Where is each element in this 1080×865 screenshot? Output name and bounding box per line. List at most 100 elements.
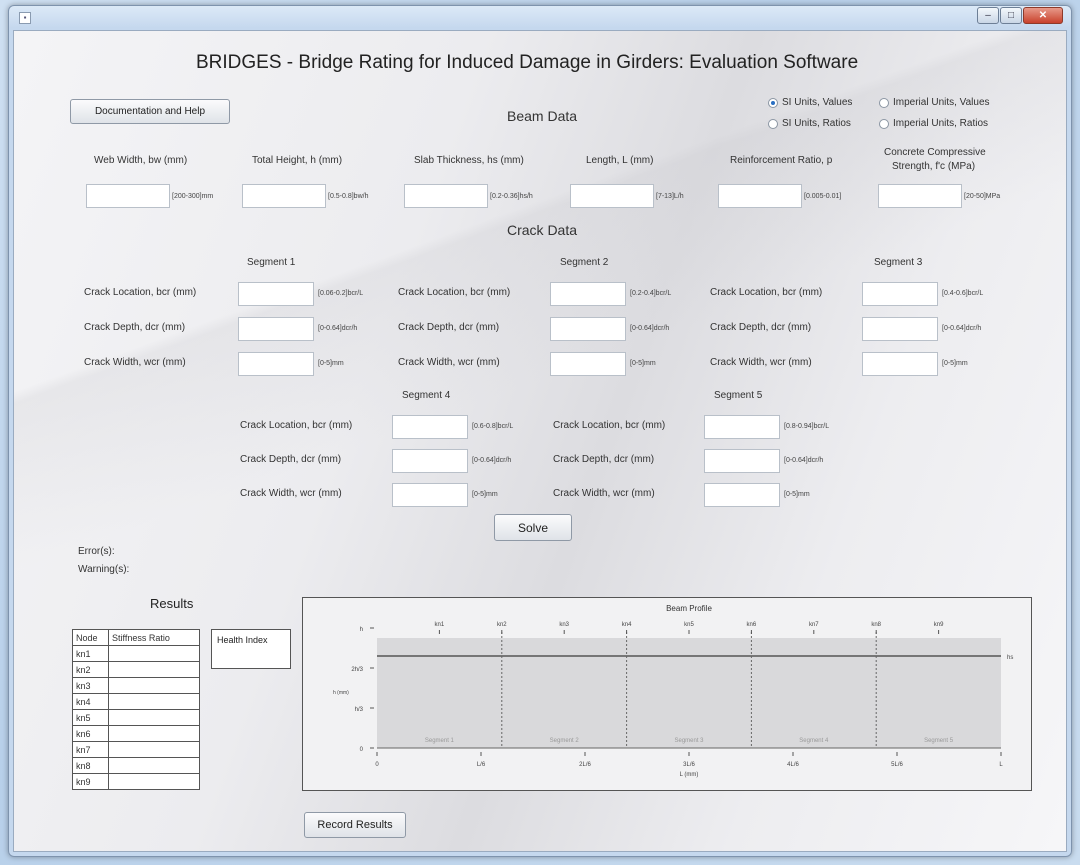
maximize-button[interactable]: □ (1000, 7, 1022, 24)
segment-5-hint: [0-0.64]dcr/h (784, 457, 824, 464)
radio-label: SI Units, Ratios (782, 118, 851, 129)
segment-3-hint: [0.4-0.6]bcr/L (942, 290, 984, 297)
y-tick-label: h/3 (355, 707, 364, 713)
segment-2-row-label: Crack Location, bcr (mm) (398, 287, 511, 298)
slab-thickness-label: Slab Thickness, hs (mm) (414, 155, 524, 166)
documentation-help-button[interactable]: Documentation and Help (70, 99, 230, 124)
radio-imperial-values[interactable]: Imperial Units, Values (879, 97, 990, 108)
segment-2-input[interactable] (550, 317, 626, 341)
length-input[interactable] (570, 184, 654, 208)
radio-si-ratios[interactable]: SI Units, Ratios (768, 118, 851, 129)
x-tick-label: L (999, 762, 1003, 768)
close-button[interactable]: ✕ (1023, 7, 1063, 24)
node-label: kn1 (435, 622, 445, 628)
window-controls: – □ ✕ (976, 7, 1063, 24)
segment-2-header: Segment 2 (560, 257, 609, 268)
concrete-strength-hint: [20-50]MPa (964, 193, 1001, 200)
segment-2-hint: [0.2-0.4]bcr/L (630, 290, 672, 297)
radio-dot-icon (768, 97, 778, 108)
stiffness-ratio-cell (108, 677, 200, 694)
segment-label: Segment 1 (425, 738, 455, 744)
radio-imperial-ratios[interactable]: Imperial Units, Ratios (879, 118, 988, 129)
segment-1-input[interactable] (238, 317, 314, 341)
app-window-icon: ▪ (19, 12, 31, 24)
y-tick-label: 0 (360, 747, 364, 753)
segment-3-row-label: Crack Width, wcr (mm) (710, 357, 812, 368)
minimize-button[interactable]: – (977, 7, 999, 24)
radio-dot-icon (879, 118, 889, 129)
segment-3-hint: [0-0.64]dcr/h (942, 325, 982, 332)
x-tick-label: 3L/6 (683, 762, 695, 768)
chart-title: Beam Profile (666, 604, 712, 613)
node-label: kn4 (622, 622, 632, 628)
health-index-box: Health Index (211, 629, 291, 669)
segment-3-row-label: Crack Location, bcr (mm) (710, 287, 823, 298)
segment-label: Segment 2 (550, 738, 580, 744)
results-row: kn8 (72, 757, 200, 774)
total-height-input[interactable] (242, 184, 326, 208)
segment-label: Segment 4 (799, 738, 829, 744)
segment-3-hint: [0-5]mm (942, 360, 968, 367)
slab-thickness-input[interactable] (404, 184, 488, 208)
stiffness-ratio-cell (108, 693, 200, 710)
concrete-strength-label: Concrete Compressive (884, 147, 986, 158)
segment-4-input[interactable] (392, 483, 468, 507)
stiffness-ratio-cell (108, 645, 200, 662)
segment-3-input[interactable] (862, 317, 938, 341)
segment-4-input[interactable] (392, 415, 468, 439)
segment-3-input[interactable] (862, 352, 938, 376)
results-title: Results (150, 596, 194, 611)
beam-profile-panel: Beam Profile hs 0 h/3 2h/3 h h (mm) 0 L/6 2L/6 3L/… (302, 597, 1032, 791)
segment-5-input[interactable] (704, 483, 780, 507)
stiffness-ratio-cell (108, 709, 200, 726)
node-label: kn3 (559, 622, 569, 628)
segment-5-row-label: Crack Location, bcr (mm) (553, 420, 666, 431)
segment-2-input[interactable] (550, 282, 626, 306)
x-tick-label: 5L/6 (891, 762, 903, 768)
x-axis-label: L (mm) (680, 772, 699, 778)
segment-1-input[interactable] (238, 352, 314, 376)
node-header: Node (72, 629, 109, 646)
node-cell: kn9 (72, 773, 109, 790)
reinforcement-ratio-hint: [0.005-0.01] (804, 193, 842, 200)
segment-1-header: Segment 1 (247, 257, 296, 268)
segment-4-row-label: Crack Location, bcr (mm) (240, 420, 353, 431)
node-cell: kn4 (72, 693, 109, 710)
segment-2-input[interactable] (550, 352, 626, 376)
node-label: kn5 (684, 622, 694, 628)
results-row: kn1 (72, 645, 200, 662)
concrete-strength-input[interactable] (878, 184, 962, 208)
solve-button[interactable]: Solve (494, 514, 572, 541)
beam-area (377, 638, 1001, 748)
node-label: kn8 (871, 622, 881, 628)
segment-2-hint: [0-0.64]dcr/h (630, 325, 670, 332)
segment-1-input[interactable] (238, 282, 314, 306)
segment-2-row-label: Crack Width, wcr (mm) (398, 357, 500, 368)
title-bar[interactable]: ▪ – □ ✕ (9, 6, 1071, 30)
segment-1-hint: [0.06-0.2]bcr/L (318, 290, 364, 297)
reinforcement-ratio-input[interactable] (718, 184, 802, 208)
segment-5-header: Segment 5 (714, 390, 763, 401)
total-height-label: Total Height, h (mm) (252, 155, 343, 166)
segment-5-input[interactable] (704, 415, 780, 439)
segment-4-input[interactable] (392, 449, 468, 473)
x-tick-label: 4L/6 (787, 762, 799, 768)
slab-label: hs (1007, 655, 1013, 661)
web-width-input[interactable] (86, 184, 170, 208)
node-cell: kn8 (72, 757, 109, 774)
stiffness-ratio-cell (108, 661, 200, 678)
length-label: Length, L (mm) (586, 155, 654, 166)
record-results-button[interactable]: Record Results (304, 812, 406, 838)
segment-5-input[interactable] (704, 449, 780, 473)
segment-5-hint: [0-5]mm (784, 491, 810, 498)
segment-2-row-label: Crack Depth, dcr (mm) (398, 322, 500, 333)
segment-3-input[interactable] (862, 282, 938, 306)
y-axis-label: h (mm) (333, 690, 349, 696)
segment-3-row-label: Crack Depth, dcr (mm) (710, 322, 812, 333)
segment-4-row-label: Crack Depth, dcr (mm) (240, 454, 342, 465)
results-row: kn6 (72, 725, 200, 742)
stiffness-ratio-cell (108, 773, 200, 790)
node-label: kn9 (934, 622, 944, 628)
radio-si-values[interactable]: SI Units, Values (768, 97, 852, 108)
segment-1-row-label: Crack Width, wcr (mm) (84, 357, 186, 368)
